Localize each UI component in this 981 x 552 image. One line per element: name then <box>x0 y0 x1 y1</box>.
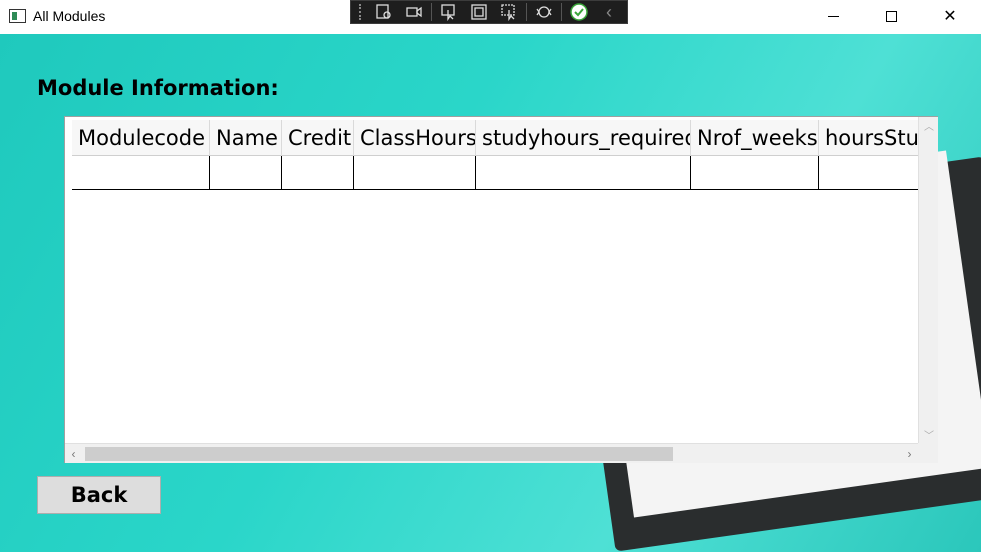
pointer-select-icon[interactable] <box>436 2 462 22</box>
main-content: Module Information: Modulecode Name Cred… <box>0 34 981 552</box>
column-header-hoursstudied[interactable]: hoursStudied <box>819 120 918 156</box>
page-title: Module Information: <box>37 76 279 100</box>
grid-header-row: Modulecode Name Credit ClassHours studyh… <box>72 120 918 156</box>
horizontal-scrollbar[interactable]: ‹ › <box>65 443 918 463</box>
close-icon: ✕ <box>943 8 957 25</box>
track-focus-icon[interactable] <box>496 2 522 22</box>
debug-toolbar: ‹ <box>350 0 628 24</box>
module-data-grid[interactable]: Modulecode Name Credit ClassHours studyh… <box>64 116 938 463</box>
select-element-icon[interactable] <box>371 2 397 22</box>
table-cell[interactable] <box>819 156 918 189</box>
minimize-button[interactable] <box>810 0 856 32</box>
column-header-name[interactable]: Name <box>210 120 282 156</box>
toolbar-separator <box>431 3 432 21</box>
scroll-up-icon[interactable]: ︿ <box>919 117 939 134</box>
scroll-left-icon[interactable]: ‹ <box>65 444 82 464</box>
scroll-down-icon[interactable]: ﹀ <box>919 426 939 443</box>
window-title: All Modules <box>33 8 106 24</box>
check-icon[interactable] <box>566 2 592 22</box>
horizontal-scroll-thumb[interactable] <box>85 447 673 461</box>
video-icon[interactable] <box>401 2 427 22</box>
table-cell[interactable] <box>691 156 819 189</box>
maximize-icon <box>885 10 897 22</box>
minimize-icon <box>827 15 839 17</box>
table-cell[interactable] <box>282 156 354 189</box>
column-header-modulecode[interactable]: Modulecode <box>72 120 210 156</box>
table-cell[interactable] <box>476 156 691 189</box>
table-row[interactable] <box>72 156 918 190</box>
column-header-nrof-weeks[interactable]: Nrof_weeks <box>691 120 819 156</box>
grid-viewport: Modulecode Name Credit ClassHours studyh… <box>65 117 918 443</box>
column-header-classhours[interactable]: ClassHours <box>354 120 476 156</box>
display-layout-icon[interactable] <box>466 2 492 22</box>
column-header-studyhours-required[interactable]: studyhours_required <box>476 120 691 156</box>
back-button[interactable]: Back <box>37 476 161 514</box>
title-bar: All Modules ‹ ✕ <box>0 0 981 34</box>
maximize-button[interactable] <box>868 0 914 32</box>
scrollbar-corner <box>918 443 938 463</box>
collapse-icon[interactable]: ‹ <box>596 2 622 22</box>
scroll-right-icon[interactable]: › <box>901 444 918 464</box>
hot-reload-icon[interactable] <box>531 2 557 22</box>
table-cell[interactable] <box>354 156 476 189</box>
grip-icon[interactable] <box>359 4 363 20</box>
close-button[interactable]: ✕ <box>927 0 973 32</box>
toolbar-separator <box>526 3 527 21</box>
table-cell[interactable] <box>72 156 210 189</box>
app-icon <box>9 9 26 23</box>
table-cell[interactable] <box>210 156 282 189</box>
toolbar-separator <box>561 3 562 21</box>
column-header-credit[interactable]: Credit <box>282 120 354 156</box>
vertical-scrollbar[interactable]: ︿ ﹀ <box>918 117 938 443</box>
